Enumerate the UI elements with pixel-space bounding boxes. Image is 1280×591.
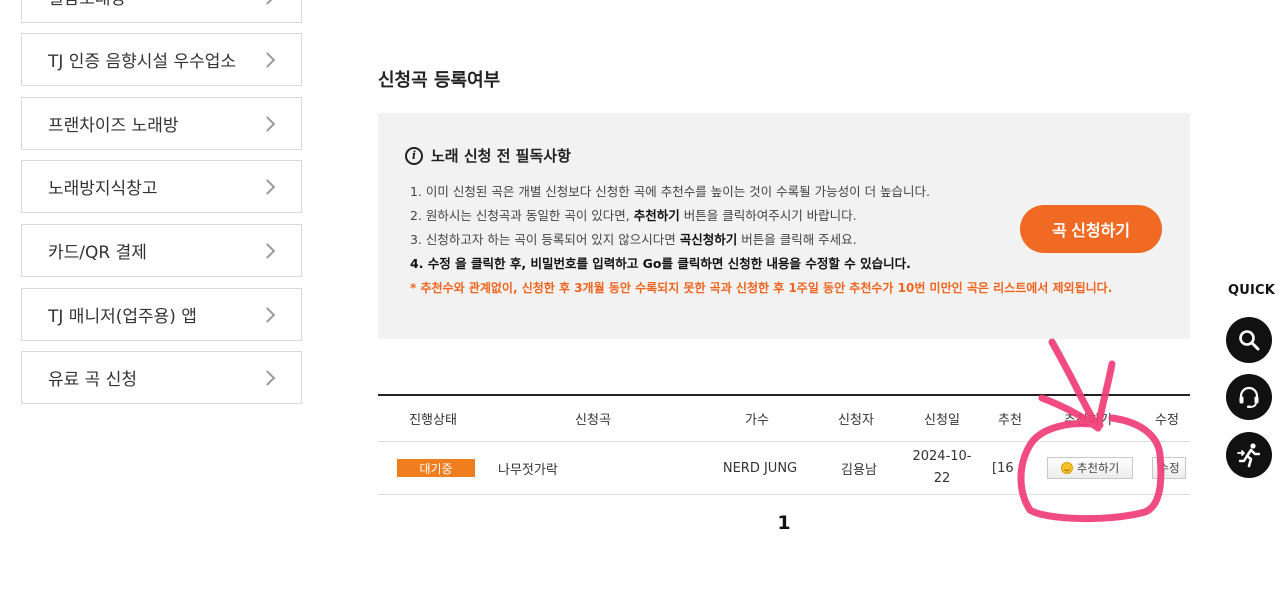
chevron-right-icon — [259, 178, 276, 195]
quick-search-button[interactable] — [1226, 317, 1272, 363]
notice-line-2-tail: 버튼을 클릭하여주시기 바랍니다. — [679, 208, 857, 223]
sidebar-item-franchise[interactable]: 프랜차이즈 노래방 — [21, 97, 302, 150]
notice-list: 1. 이미 신청된 곡은 개별 신청보다 신청한 곡에 추천수를 높이는 것이 … — [410, 180, 1112, 300]
chevron-right-icon — [259, 115, 276, 132]
artist-cell: NERD JUNG — [722, 460, 798, 476]
sidebar-item-label: 일탐노래방 — [48, 0, 126, 9]
header-recommend: 추천하기 — [1064, 413, 1112, 428]
notice-line-2-text: 2. 원하시는 신청곡과 동일한 곡이 있다면, — [410, 208, 634, 223]
sidebar-item-1[interactable]: 일탐노래방 — [21, 0, 302, 23]
header-artist: 가수 — [745, 413, 769, 428]
running-person-icon — [1237, 443, 1261, 468]
sidebar-item-label: 유료 곡 신청 — [48, 370, 138, 390]
sidebar-item-label: TJ 인증 음향시설 우수업소 — [48, 52, 237, 72]
sidebar-item-label: TJ 매니저(업주용) 앱 — [48, 307, 197, 327]
notice-line-4: 4. 수정 을 클릭한 후, 비밀번호를 입력하고 Go를 클릭하면 신청한 내… — [410, 252, 1112, 276]
status-badge: 대기중 — [397, 459, 475, 477]
notice-warning: * 추천수와 관계없이, 신청한 후 3개월 동안 수록되지 못한 곡과 신청한… — [410, 281, 1113, 295]
header-requester: 신청자 — [838, 413, 874, 428]
notice-line-1: 1. 이미 신청된 곡은 개별 신청보다 신청한 곡에 추천수를 높이는 것이 … — [410, 184, 931, 199]
section-title: 신청곡 등록여부 — [378, 70, 501, 91]
sidebar-item-label: 프랜차이즈 노래방 — [48, 116, 179, 136]
quick-support-button[interactable] — [1226, 374, 1272, 420]
sidebar-item-tj-certified[interactable]: TJ 인증 음향시설 우수업소 — [21, 33, 302, 86]
date-cell: 2024-10- 22 — [896, 442, 988, 494]
notice-line-3-text: 3. 신청하고자 하는 곡이 등록되어 있지 않으시다면 — [410, 232, 680, 247]
requester-cell: 김용남 — [841, 462, 877, 478]
apply-song-button[interactable]: 곡 신청하기 — [1020, 205, 1162, 253]
edit-cell: 수정 — [1148, 442, 1190, 494]
notice-line-3: 3. 신청하고자 하는 곡이 등록되어 있지 않으시다면 곡신청하기 버튼을 클… — [410, 228, 1112, 252]
recommend-cell: 추천하기 — [1032, 442, 1148, 494]
quick-exit-button[interactable] — [1226, 432, 1272, 478]
header-status: 진행상태 — [409, 413, 457, 428]
chevron-right-icon — [259, 242, 276, 259]
chevron-right-icon — [259, 51, 276, 68]
notice-line-3-bold: 곡신청하기 — [679, 232, 738, 247]
header-edit: 수정 — [1155, 413, 1179, 428]
status-cell: 대기중 — [378, 442, 494, 494]
edit-button[interactable]: 수정 — [1152, 457, 1186, 479]
request-table: 진행상태 신청곡 가수 신청자 신청일 추천 추천하기 수정 대기중 나무젓가락… — [378, 394, 1190, 495]
song-cell: 나무젓가락 — [498, 462, 558, 478]
chevron-right-icon — [259, 369, 276, 386]
header-song: 신청곡 — [575, 413, 611, 428]
sidebar-item-paid-request[interactable]: 유료 곡 신청 — [21, 351, 302, 404]
chevron-right-icon — [259, 0, 276, 5]
chevron-right-icon — [259, 306, 276, 323]
info-icon: i — [405, 146, 423, 165]
table-row: 대기중 나무젓가락 NERD JUNG 김용남 2024-10- 22 [16 … — [378, 442, 1190, 495]
notice-line-2-bold: 추천하기 — [633, 208, 680, 223]
quick-menu-label: QUICK — [1228, 283, 1276, 298]
header-recommend-count: 추천 — [998, 413, 1022, 428]
recommend-count-cell: [16 — [992, 460, 1014, 476]
smile-icon — [1060, 462, 1073, 474]
notice-line-4-text: 4. 수정 을 클릭한 후, 비밀번호를 입력하고 Go를 클릭하면 신청한 내… — [410, 256, 911, 271]
notice-box: i 노래 신청 전 필독사항 1. 이미 신청된 곡은 개별 신청보다 신청한 … — [378, 113, 1190, 339]
headset-icon — [1239, 386, 1259, 408]
sidebar-item-payment[interactable]: 카드/QR 결제 — [21, 224, 302, 277]
notice-heading: i 노래 신청 전 필독사항 — [405, 145, 571, 166]
sidebar-item-knowledge[interactable]: 노래방지식창고 — [21, 160, 302, 213]
notice-heading-text: 노래 신청 전 필독사항 — [431, 147, 571, 165]
recommend-button-label: 추천하기 — [1076, 461, 1120, 475]
notice-line-3-tail: 버튼을 클릭해 주세요. — [737, 232, 857, 247]
notice-line-2: 2. 원하시는 신청곡과 동일한 곡이 있다면, 추천하기 버튼을 클릭하여주시… — [410, 204, 1112, 228]
page-number-current[interactable]: 1 — [770, 512, 798, 534]
header-date: 신청일 — [924, 413, 960, 428]
search-icon — [1239, 330, 1260, 351]
sidebar-item-manager-app[interactable]: TJ 매니저(업주용) 앱 — [21, 288, 302, 341]
table-header: 진행상태 신청곡 가수 신청자 신청일 추천 추천하기 수정 — [378, 396, 1190, 442]
date-line-2: 22 — [933, 471, 951, 486]
sidebar-item-label: 카드/QR 결제 — [48, 243, 147, 263]
sidebar-item-label: 노래방지식창고 — [48, 179, 158, 199]
recommend-button[interactable]: 추천하기 — [1047, 457, 1133, 479]
date-line-1: 2024-10- — [912, 449, 972, 464]
